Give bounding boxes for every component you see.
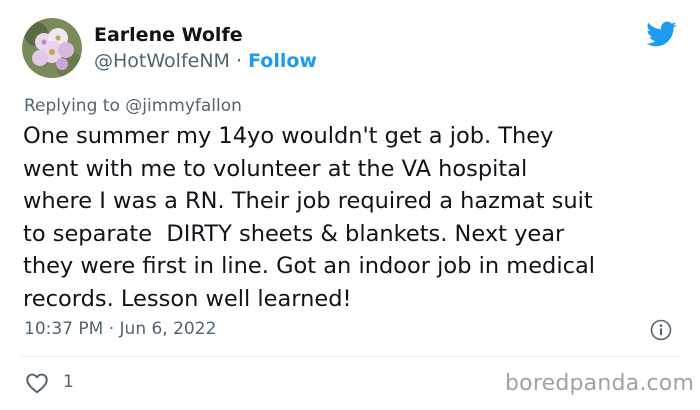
author-handle[interactable]: @HotWolfeNM bbox=[94, 50, 230, 72]
author-name[interactable]: Earlene Wolfe bbox=[94, 24, 243, 46]
replying-prefix: Replying to bbox=[24, 96, 126, 116]
tweet-card: Earlene Wolfe @HotWolfeNM · Follow Reply… bbox=[0, 0, 700, 410]
replying-to-mention[interactable]: @jimmyfallon bbox=[125, 96, 242, 116]
follow-button[interactable]: Follow bbox=[248, 50, 317, 72]
info-icon[interactable] bbox=[650, 319, 672, 341]
watermark: boredpanda.com bbox=[505, 371, 695, 396]
avatar[interactable] bbox=[22, 18, 82, 78]
twitter-bird-icon[interactable] bbox=[645, 18, 677, 50]
replying-to-line: Replying to @jimmyfallon bbox=[24, 96, 242, 116]
tweet-text: One summer my 14yo wouldn't get a job. T… bbox=[23, 123, 596, 312]
heart-icon[interactable] bbox=[24, 370, 50, 396]
tweet-timestamp[interactable]: 10:37 PM · Jun 6, 2022 bbox=[24, 319, 216, 339]
divider bbox=[20, 356, 680, 357]
handle-separator: · bbox=[235, 50, 243, 72]
like-count: 1 bbox=[63, 372, 74, 392]
author-handle-line: @HotWolfeNM · Follow bbox=[94, 50, 317, 72]
